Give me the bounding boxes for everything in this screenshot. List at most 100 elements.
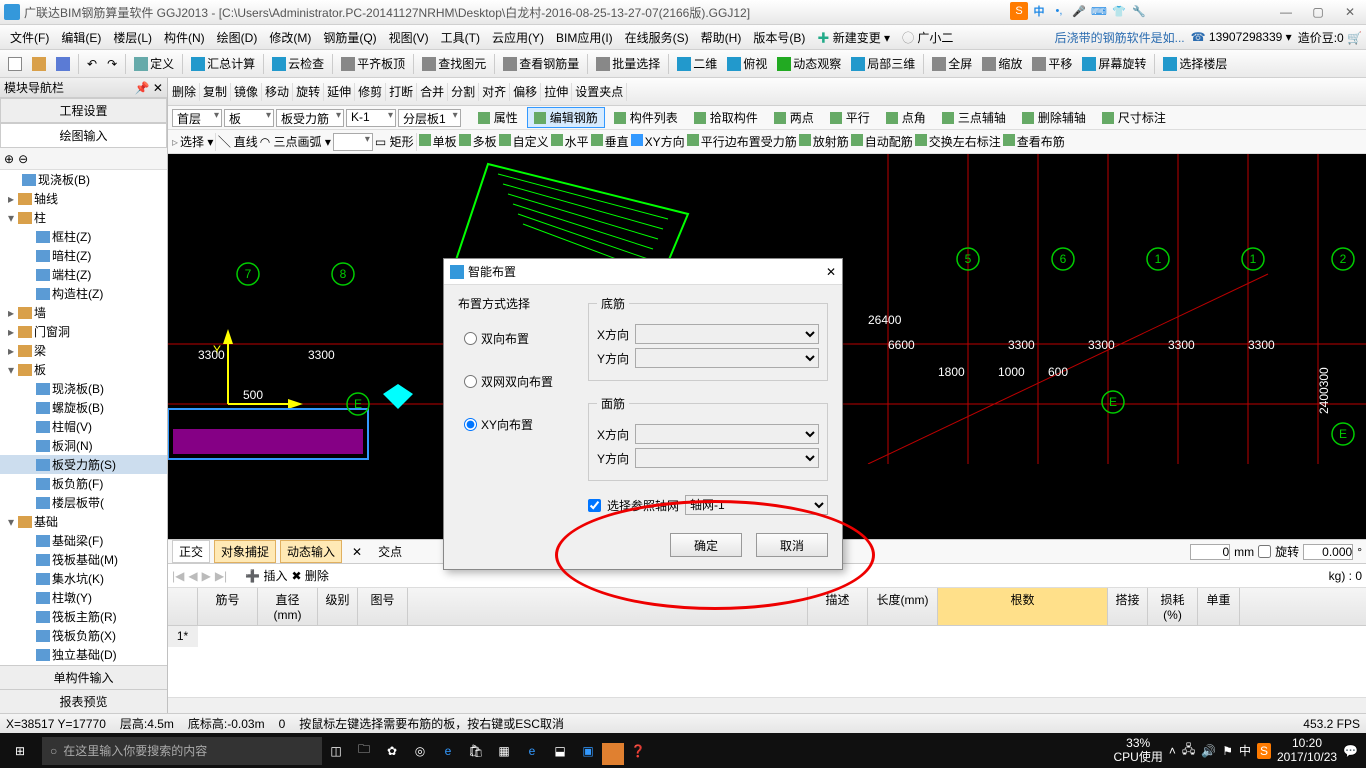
toolbar-button[interactable]: 局部三维 (847, 53, 919, 74)
edit-button[interactable]: 旋转 (296, 83, 320, 100)
shirt-icon[interactable]: 👕 (1110, 2, 1128, 20)
radio-bidir[interactable]: 双向布置 (464, 330, 578, 347)
sel-button[interactable]: 交换左右标注 (915, 133, 1001, 150)
tree-node[interactable]: 现浇板(B) (0, 170, 167, 189)
radio-double-net[interactable]: 双网双向布置 (464, 373, 578, 390)
start-button[interactable]: ⊞ (0, 733, 40, 768)
edit-button[interactable]: 镜像 (234, 83, 258, 100)
menu-item[interactable]: 视图(V) (383, 27, 435, 48)
arc-tool[interactable]: ◠ 三点画弧 ▾ (260, 133, 331, 150)
tray-clock[interactable]: 10:202017/10/23 (1277, 737, 1337, 763)
app-icon-7[interactable] (602, 743, 624, 765)
grid-col-header[interactable]: 图号 (358, 588, 408, 625)
tree-node[interactable]: ▸门窗洞 (0, 322, 167, 341)
tree-node[interactable]: ▾基础 (0, 512, 167, 531)
menu-item[interactable]: 修改(M) (263, 27, 317, 48)
redo-button[interactable]: ↷ (103, 55, 121, 73)
toolbar-button[interactable]: 动态观察 (773, 53, 845, 74)
grid-nav-first[interactable]: |◀ (172, 569, 184, 583)
sel-button[interactable]: 放射筋 (799, 133, 849, 150)
ime-punct-icon[interactable]: •, (1050, 2, 1068, 20)
app-icon-8[interactable]: ❓ (624, 733, 652, 768)
tray-vol-icon[interactable]: 🔊 (1201, 744, 1216, 758)
save-button[interactable] (52, 55, 74, 73)
maximize-button[interactable]: ▢ (1306, 5, 1330, 19)
new-file-button[interactable] (4, 55, 26, 73)
sel-button[interactable]: 水平 (551, 133, 589, 150)
edit-button[interactable]: 删除 (172, 83, 196, 100)
opt-button[interactable]: 两点 (767, 107, 821, 128)
menu-item[interactable]: 在线服务(S) (619, 27, 695, 48)
sel-button[interactable]: 平行边布置受力筋 (687, 133, 797, 150)
sel-button[interactable]: XY方向 (631, 133, 685, 150)
bottom-y-select[interactable] (635, 348, 819, 368)
user-menu[interactable]: ◯ 广小二 (896, 27, 959, 48)
toolbar-button[interactable]: 全屏 (928, 53, 976, 74)
sogou-icon[interactable]: S (1010, 2, 1028, 20)
combo[interactable]: 分层板1 (398, 109, 461, 127)
app-icon-1[interactable]: 🗀 (350, 733, 378, 768)
tree-node[interactable]: 筏板主筋(R) (0, 607, 167, 626)
news-link[interactable]: 后浇带的钢筋软件是如... (1055, 29, 1185, 46)
toolbar-button[interactable]: 批量选择 (592, 53, 664, 74)
tray-net-icon[interactable]: 🖧 (1182, 740, 1195, 761)
opt-button[interactable]: 删除辅轴 (1015, 107, 1093, 128)
ref-grid-checkbox[interactable] (588, 499, 601, 512)
dialog-close-icon[interactable]: ✕ (826, 265, 836, 279)
top-y-select[interactable] (635, 448, 819, 468)
tree-node[interactable]: 筏板负筋(X) (0, 626, 167, 645)
ortho-toggle[interactable]: 正交 (172, 540, 210, 563)
grid-col-header[interactable]: 长度(mm) (868, 588, 938, 625)
mic-icon[interactable]: 🎤 (1070, 2, 1088, 20)
opt-button[interactable]: 属性 (471, 107, 525, 128)
tree-node[interactable]: 板负筋(F) (0, 474, 167, 493)
app-icon-3[interactable]: ◎ (406, 733, 434, 768)
select-mode[interactable]: 选择 ▾ (180, 133, 213, 150)
sel-button[interactable]: 自动配筋 (851, 133, 913, 150)
keyboard-icon[interactable]: ⌨ (1090, 2, 1108, 20)
wrench-icon[interactable]: 🔧 (1130, 2, 1148, 20)
edit-button[interactable]: 分割 (451, 83, 475, 100)
radio-xy[interactable]: XY向布置 (464, 416, 578, 433)
app-icon-4[interactable]: ▦ (490, 733, 518, 768)
tree-node[interactable]: 螺旋板(B) (0, 398, 167, 417)
menu-item[interactable]: 工具(T) (435, 27, 486, 48)
tray-sogou-icon[interactable]: S (1257, 743, 1271, 759)
grid-col-header[interactable] (168, 588, 198, 625)
tab-project-settings[interactable]: 工程设置 (0, 98, 167, 123)
collapse-icon[interactable]: ⊖ (18, 152, 28, 166)
grid-col-header[interactable]: 描述 (808, 588, 868, 625)
undo-button[interactable]: ↶ (83, 55, 101, 73)
tree-node[interactable]: 暗柱(Z) (0, 246, 167, 265)
tree-node[interactable]: 独立基础(D) (0, 645, 167, 664)
tree-node[interactable]: 集水坑(K) (0, 569, 167, 588)
combo[interactable]: 板受力筋 (276, 109, 344, 127)
toolbar-button[interactable]: 查找图元 (418, 53, 490, 74)
tree-node[interactable]: 基础梁(F) (0, 531, 167, 550)
menu-item[interactable]: 云应用(Y) (486, 27, 550, 48)
tree-node[interactable]: 柱墩(Y) (0, 588, 167, 607)
menu-item[interactable]: 帮助(H) (695, 27, 748, 48)
edge-icon[interactable]: e (434, 733, 462, 768)
toolbar-button[interactable]: 云检查 (268, 53, 328, 74)
toolbar-button[interactable]: 缩放 (978, 53, 1026, 74)
tray-shield-icon[interactable]: ⚑ (1222, 744, 1233, 758)
grid-col-header[interactable]: 搭接 (1108, 588, 1148, 625)
close-button[interactable]: ✕ (1338, 5, 1362, 19)
edit-button[interactable]: 设置夹点 (575, 83, 623, 100)
taskbar-search[interactable]: ○ 在这里输入你要搜索的内容 (42, 737, 322, 765)
menu-item[interactable]: 版本号(B) (747, 27, 811, 48)
sel-button[interactable]: 查看布筋 (1003, 133, 1065, 150)
toolbar-button[interactable]: 平移 (1028, 53, 1076, 74)
tree-node[interactable]: ▸梁 (0, 341, 167, 360)
menu-item[interactable]: 编辑(E) (55, 27, 107, 48)
tree-node[interactable]: 板受力筋(S) (0, 455, 167, 474)
grid-col-header[interactable] (408, 588, 808, 625)
toolbar-button[interactable]: 选择楼层 (1159, 53, 1231, 74)
dyninput-toggle[interactable]: 动态输入 (280, 540, 342, 563)
edit-button[interactable]: 合并 (420, 83, 444, 100)
sel-button[interactable]: 垂直 (591, 133, 629, 150)
sel-button[interactable]: 单板 (419, 133, 457, 150)
menu-item[interactable]: 绘图(D) (211, 27, 264, 48)
app-icon-5[interactable]: ⬓ (546, 733, 574, 768)
